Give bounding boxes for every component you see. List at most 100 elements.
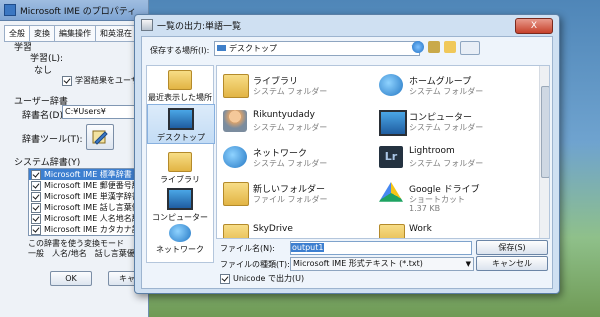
scrollbar-thumb[interactable]: [541, 86, 549, 178]
list-item[interactable]: ライブラリ システム フォルダー: [221, 72, 381, 102]
close-button[interactable]: X: [515, 18, 553, 34]
tab-mixed[interactable]: 和英混在: [95, 25, 137, 41]
dict-check-icon: [31, 180, 41, 191]
desktop-icon: [168, 108, 194, 130]
dict-label: Microsoft IME カタカナ語英語: [44, 225, 140, 234]
tab-conversion[interactable]: 変換: [29, 25, 55, 41]
file-type: システム フォルダー: [409, 159, 484, 168]
dict-tool-label: 辞書ツール(T):: [22, 135, 83, 145]
file-list: ライブラリ システム フォルダー ホームグループ システム フォルダー Riku…: [216, 65, 550, 239]
view-menu-icon[interactable]: [460, 41, 480, 55]
folder-icon: [223, 224, 249, 238]
learn-result-check-icon: [62, 75, 72, 86]
ime-properties-title: Microsoft IME のプロパティ: [20, 6, 137, 17]
file-type: システム フォルダー: [253, 87, 328, 96]
filetype-label: ファイルの種類(T):: [220, 260, 290, 269]
dict-label: Microsoft IME 話し言葉例文: [44, 203, 140, 212]
up-folder-icon[interactable]: [428, 41, 440, 53]
save-list-dialog: 一覧の出力:単語一覧 X 保存する場所(I): デスクトップ ▼ 最近表示した場…: [134, 14, 560, 294]
list-item[interactable]: 新しいフォルダー ファイル フォルダー: [221, 180, 381, 210]
back-icon[interactable]: [412, 41, 424, 53]
new-folder-icon[interactable]: [444, 41, 456, 53]
ok-button[interactable]: OK: [50, 271, 92, 286]
list-item[interactable]: Microsoft IME 話し言葉例文: [29, 202, 139, 213]
place-label: デスクトップ: [157, 133, 205, 142]
filename-label: ファイル名(N):: [220, 244, 275, 253]
folder-icon: [379, 224, 405, 238]
list-item[interactable]: Microsoft IME カタカナ語英語: [29, 224, 139, 235]
list-item[interactable]: Work: [377, 222, 537, 238]
place-libraries[interactable]: ライブラリ: [147, 152, 213, 185]
dict-check-icon: [31, 191, 41, 202]
dict-name-label: 辞書名(D):: [22, 111, 66, 121]
list-item[interactable]: SkyDrive: [221, 222, 381, 238]
user-dict-section-label: ユーザー辞書: [14, 97, 68, 107]
file-name: Rikuntyudady: [253, 110, 315, 120]
dict-check-icon: [31, 224, 41, 235]
places-bar: 最近表示した場所 デスクトップ ライブラリ コンピューター ネットワーク: [146, 65, 215, 263]
file-type: システム フォルダー: [253, 159, 328, 168]
dict-label: Microsoft IME 郵便番号辞書: [44, 181, 140, 190]
cancel-button[interactable]: キャンセル: [476, 256, 548, 271]
file-name: SkyDrive: [253, 224, 293, 234]
filetype-select[interactable]: Microsoft IME 形式テキスト (*.txt) ▼: [290, 257, 474, 271]
save-dialog-body: 保存する場所(I): デスクトップ ▼ 最近表示した場所 デスクトップ ライブラ…: [141, 36, 553, 289]
dialog-app-icon: [141, 19, 153, 31]
file-type: システム フォルダー: [409, 123, 484, 132]
list-item[interactable]: ホームグループ システム フォルダー: [377, 72, 537, 102]
file-size: 1.37 KB: [409, 204, 441, 213]
list-item[interactable]: Lr Lightroom システム フォルダー: [377, 144, 537, 174]
list-item[interactable]: Google ドライブ ショートカット 1.37 KB: [377, 180, 537, 218]
folder-icon: [223, 182, 249, 206]
dict-label: Microsoft IME 単漢字辞書: [44, 192, 140, 201]
computer-icon: [379, 110, 407, 136]
file-list-scrollbar[interactable]: [539, 66, 549, 238]
list-item[interactable]: コンピューター システム フォルダー: [377, 108, 537, 138]
tab-general[interactable]: 全般: [4, 25, 30, 41]
file-name: Lightroom: [409, 146, 455, 156]
unicode-label: Unicode で出力(U): [233, 274, 305, 283]
network-icon: [223, 146, 247, 168]
ime-properties-titlebar: Microsoft IME のプロパティ: [0, 0, 148, 21]
ime-properties-dialog: Microsoft IME のプロパティ 全般 変換 編集操作 和英混在 学習 …: [0, 0, 149, 317]
desktop-mini-icon: [217, 45, 226, 51]
system-dict-list[interactable]: Microsoft IME 標準辞書 Microsoft IME 郵便番号辞書 …: [28, 168, 140, 236]
filename-value: output1: [291, 243, 325, 252]
place-network[interactable]: ネットワーク: [147, 224, 213, 255]
place-computer[interactable]: コンピューター: [147, 188, 213, 223]
dict-label: Microsoft IME 標準辞書: [44, 170, 132, 179]
tab-edit-operation[interactable]: 編集操作: [54, 25, 96, 41]
file-type: ファイル フォルダー: [253, 195, 328, 204]
google-drive-icon: [379, 182, 403, 202]
place-desktop[interactable]: デスクトップ: [147, 104, 215, 144]
list-item[interactable]: Microsoft IME 郵便番号辞書: [29, 180, 139, 191]
list-item[interactable]: Rikuntyudady システム フォルダー: [221, 108, 381, 138]
mode-text: 一般 人名/地名 話し言葉優先: [28, 249, 143, 258]
chevron-down-icon: ▼: [465, 260, 471, 268]
filename-field[interactable]: output1: [290, 241, 472, 255]
unicode-checkbox[interactable]: Unicode で出力(U): [220, 273, 304, 284]
ime-app-icon: [4, 4, 16, 16]
dict-check-icon: [31, 202, 41, 213]
dict-name-field[interactable]: C:¥Users¥: [62, 105, 144, 119]
list-item[interactable]: Microsoft IME 人名地名辞書: [29, 213, 139, 224]
learn-value[interactable]: なし: [34, 63, 52, 76]
recent-places-icon: [168, 70, 192, 90]
dict-check-icon: [31, 213, 41, 224]
save-button[interactable]: 保存(S): [476, 240, 548, 255]
system-dict-section-label: システム辞書(Y): [14, 158, 81, 168]
save-dialog-titlebar: 一覧の出力:単語一覧: [135, 15, 559, 35]
dict-tool-button[interactable]: [86, 124, 114, 150]
list-item[interactable]: ネットワーク システム フォルダー: [221, 144, 381, 174]
dict-check-icon: [31, 169, 41, 180]
list-item[interactable]: Microsoft IME 単漢字辞書: [29, 191, 139, 202]
list-item[interactable]: Microsoft IME 標準辞書: [29, 169, 139, 180]
file-type: システム フォルダー: [253, 123, 328, 132]
place-recent[interactable]: 最近表示した場所: [147, 70, 213, 103]
network-icon: [169, 224, 191, 242]
place-label: コンピューター: [152, 213, 208, 222]
file-type: システム フォルダー: [409, 87, 484, 96]
place-label: ネットワーク: [156, 245, 204, 254]
location-combo[interactable]: デスクトップ ▼: [214, 41, 420, 56]
file-name: Work: [409, 224, 432, 234]
